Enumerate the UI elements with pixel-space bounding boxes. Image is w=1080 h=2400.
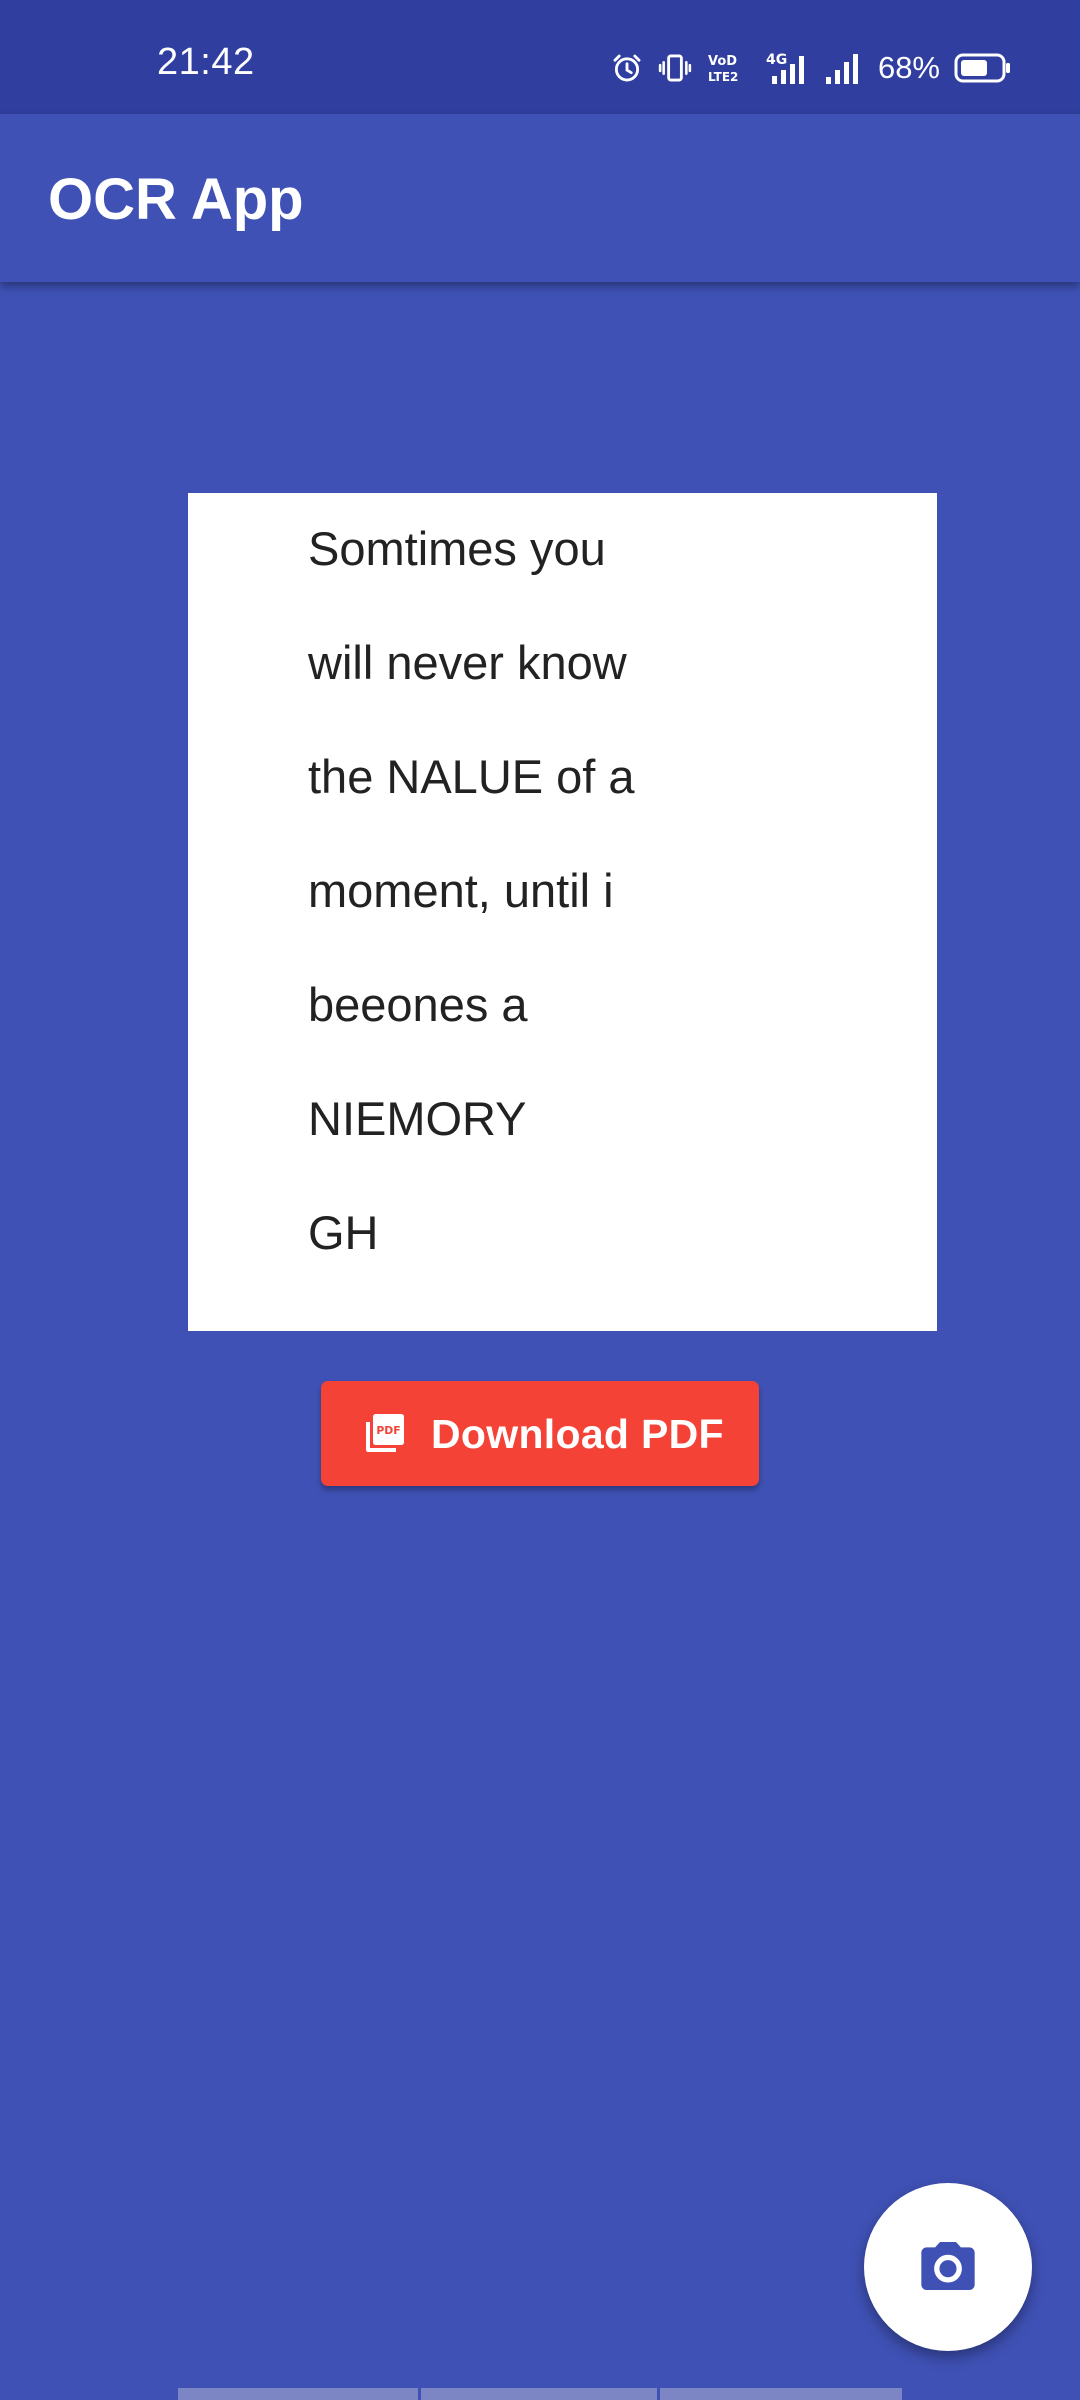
alarm-icon [610, 51, 644, 85]
recognized-text-line: NIEMORY [308, 1092, 527, 1145]
status-time: 21:42 [157, 41, 255, 83]
nav-hint-segment [178, 2388, 418, 2400]
recognized-text-line: Somtimes you [308, 522, 606, 575]
battery-percent: 68% [877, 50, 940, 85]
svg-text:VoD: VoD [708, 54, 737, 69]
recognized-text-line: beeones a [308, 978, 528, 1031]
recognized-text-line: will never know [308, 636, 627, 689]
svg-text:4G: 4G [766, 52, 787, 68]
recognized-text-card: Somtimes you will never know the NALUE o… [188, 493, 937, 1331]
recognized-text-line: moment, until i [308, 864, 614, 917]
screen: 21:42 VoD LTE2 4G 68% OCR App Somtimes y… [0, 0, 1080, 2400]
nav-hint-segment [421, 2388, 657, 2400]
signal-4g-icon: 4G [760, 50, 810, 86]
status-icons: VoD LTE2 4G 68% [610, 46, 1012, 90]
nav-hint-segment [660, 2388, 902, 2400]
camera-fab[interactable] [864, 2183, 1032, 2351]
recognized-text-line: GH [308, 1206, 379, 1259]
svg-text:LTE2: LTE2 [708, 70, 738, 84]
download-pdf-label: Download PDF [431, 1410, 724, 1457]
battery-icon [954, 52, 1012, 84]
vibrate-icon [658, 51, 692, 85]
app-bar: OCR App [0, 114, 1080, 282]
volte-icon: VoD LTE2 [706, 51, 746, 85]
app-title: OCR App [48, 167, 304, 232]
signal-icon [824, 50, 864, 86]
recognized-text-lines: Somtimes you will never know the NALUE o… [308, 523, 908, 1321]
pdf-icon: PDF [359, 1409, 409, 1459]
recognized-text-line: the NALUE of a [308, 750, 635, 803]
svg-text:PDF: PDF [376, 1424, 400, 1437]
camera-icon [916, 2234, 980, 2301]
status-bar: 21:42 VoD LTE2 4G 68% [0, 0, 1080, 114]
download-pdf-button[interactable]: PDF Download PDF [321, 1381, 759, 1486]
